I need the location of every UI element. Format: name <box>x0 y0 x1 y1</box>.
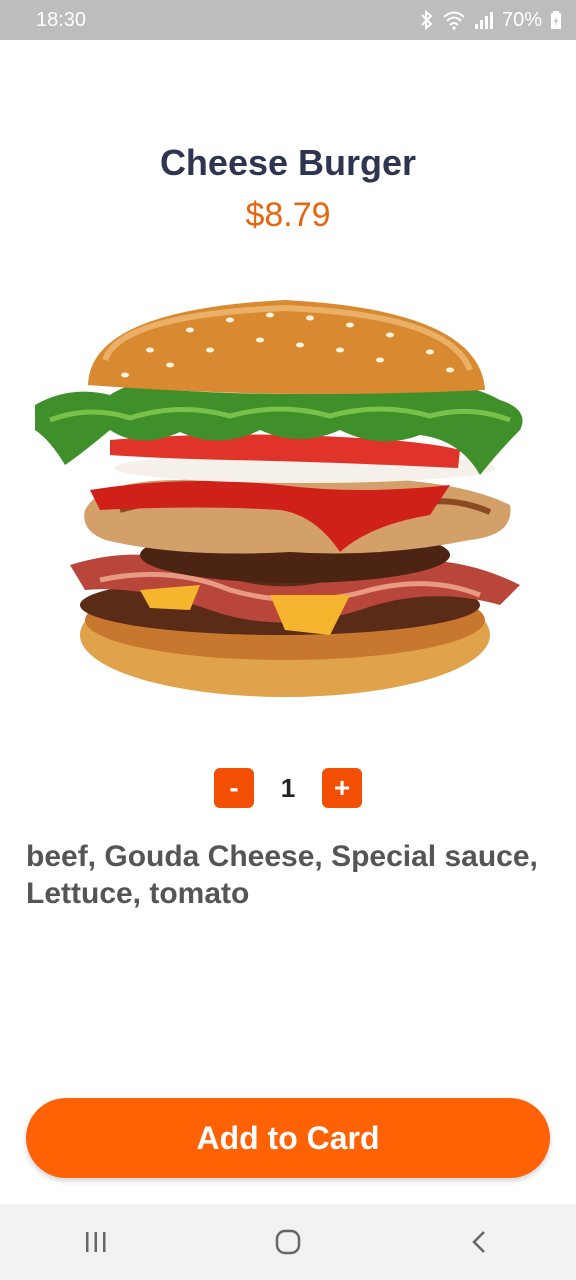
quantity-value: 1 <box>280 772 296 803</box>
burger-image <box>30 290 530 710</box>
signal-icon <box>474 10 494 30</box>
product-price: $8.79 <box>245 196 331 234</box>
quantity-stepper: - 1 + <box>214 768 362 808</box>
status-time: 18:30 <box>36 8 87 31</box>
battery-icon <box>550 10 562 30</box>
product-ingredients: beef, Gouda Cheese, Special sauce, Lettu… <box>26 840 538 910</box>
add-to-card-button[interactable]: Add to Card <box>26 1098 550 1178</box>
wifi-icon <box>442 10 466 30</box>
system-nav-bar <box>0 1204 576 1280</box>
status-bar: 18:30 70% <box>0 0 576 40</box>
battery-level: 70% <box>501 8 542 31</box>
decrease-quantity-button[interactable]: - <box>214 768 254 808</box>
status-icons: 70% <box>420 9 562 32</box>
bluetooth-icon <box>420 10 434 30</box>
home-icon[interactable] <box>258 1212 318 1272</box>
back-icon[interactable] <box>450 1212 510 1272</box>
product-title: Cheese Burger <box>159 142 417 183</box>
recent-apps-icon[interactable] <box>66 1212 126 1272</box>
increase-quantity-button[interactable]: + <box>322 768 362 808</box>
